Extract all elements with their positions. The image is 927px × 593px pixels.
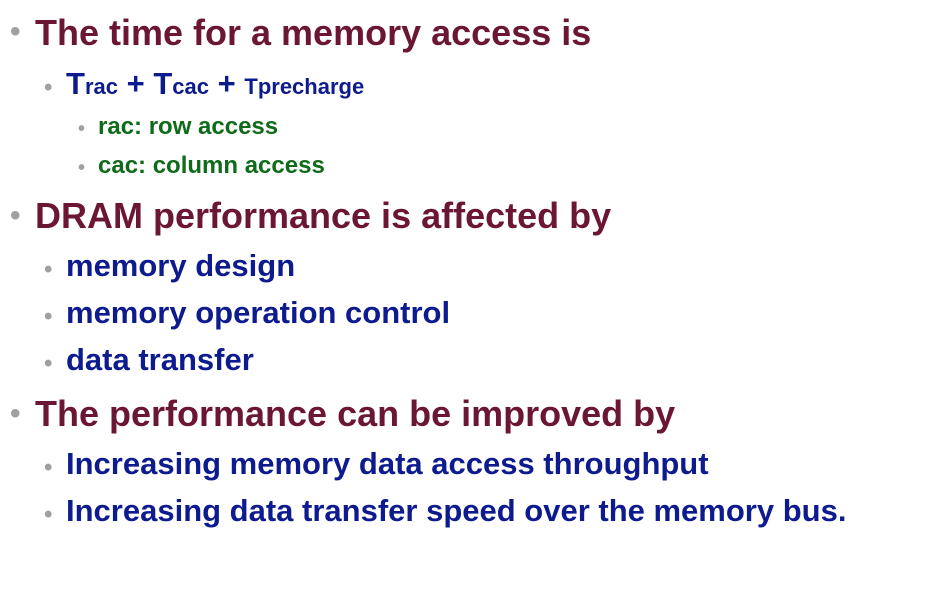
list-item-rac: rac: row access (98, 113, 279, 140)
bullet-icon: • (44, 74, 53, 101)
access-time-formula: Trac + Tcac + Tprecharge (66, 66, 364, 102)
bullet-icon: • (10, 15, 21, 48)
list-item-memory-design: memory design (66, 248, 296, 283)
formula-t-cac: T (153, 66, 173, 101)
formula-plus: + (126, 66, 145, 101)
bullet-icon: • (44, 256, 53, 283)
list-item-operation-control: memory operation control (66, 295, 451, 330)
formula-sub-precharge: precharge (257, 74, 365, 99)
bullet-icon: • (10, 199, 21, 232)
bullet-icon: • (44, 454, 53, 481)
list-item-cac: cac: column access (98, 152, 325, 179)
list-item-data-transfer: data transfer (66, 342, 254, 377)
bullet-icon: • (78, 118, 86, 140)
list-item-transfer-speed: Increasing data transfer speed over the … (66, 493, 847, 528)
bullet-icon: • (44, 303, 53, 330)
formula-t-rac: T (66, 66, 85, 101)
heading-performance-improved: The performance can be improved by (35, 393, 676, 434)
bullet-icon: • (78, 157, 86, 179)
formula-sub-cac: cac (172, 74, 209, 99)
bullet-icon: • (44, 350, 53, 377)
formula-plus: + (217, 66, 236, 101)
heading-memory-access-time: The time for a memory access is (35, 12, 592, 53)
bullet-icon: • (10, 397, 21, 430)
bullet-icon: • (44, 501, 53, 528)
list-item-access-throughput: Increasing memory data access throughput (66, 446, 709, 481)
formula-sub-rac: rac (84, 74, 118, 99)
formula-t-precharge: T (244, 74, 258, 99)
heading-dram-performance: DRAM performance is affected by (35, 195, 612, 236)
slide: • The time for a memory access is • Trac… (0, 0, 927, 593)
